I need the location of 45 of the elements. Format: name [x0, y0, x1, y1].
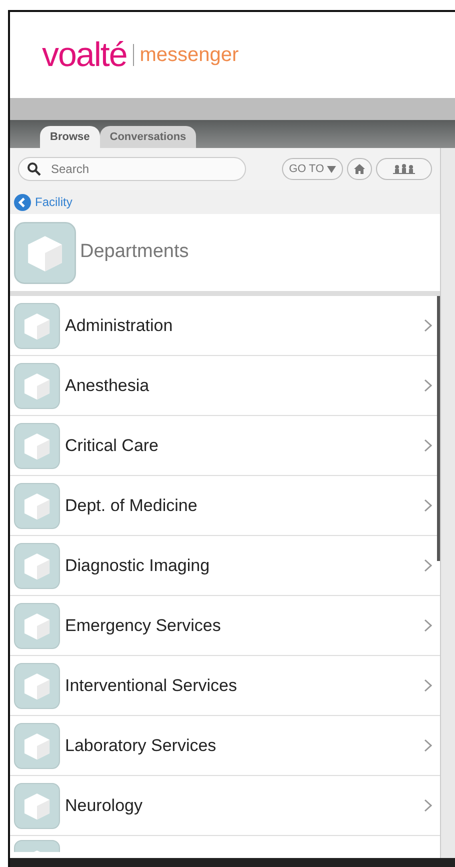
department-row[interactable]: Anesthesia — [10, 356, 440, 416]
tab[interactable]: Conversations — [100, 126, 196, 148]
tab[interactable]: Browse — [40, 126, 100, 148]
go-to-button[interactable]: GO TO — [282, 158, 343, 180]
chevron-right-icon — [424, 679, 432, 692]
breadcrumb-link[interactable]: Facility — [35, 193, 72, 211]
department-row[interactable]: Emergency Services — [10, 596, 440, 656]
search-icon — [27, 162, 41, 176]
chevron-right-icon — [424, 799, 432, 812]
chevron-right-icon — [424, 379, 432, 392]
chevron-right-icon — [424, 319, 432, 332]
department-row[interactable]: Critical Care — [10, 416, 440, 476]
back-icon[interactable] — [14, 194, 31, 210]
cube-icon — [14, 840, 60, 852]
cube-icon — [14, 602, 60, 648]
cube-icon — [14, 542, 60, 588]
department-row[interactable]: Neurology — [10, 776, 440, 836]
product-name: messenger — [140, 43, 239, 68]
brand-logo: voalté — [42, 38, 127, 72]
search-field[interactable]: Search — [18, 157, 246, 181]
chevron-right-icon — [424, 739, 432, 752]
cube-icon — [14, 222, 76, 284]
people-button[interactable] — [376, 158, 432, 180]
cube-icon — [14, 662, 60, 708]
section-title: Departments — [80, 240, 189, 264]
chevron-right-icon — [424, 439, 432, 452]
scrollbar[interactable] — [437, 296, 440, 561]
department-row[interactable]: Laboratory Services — [10, 716, 440, 776]
chevron-right-icon — [424, 559, 432, 572]
caret-icon — [327, 166, 336, 172]
cube-icon — [14, 362, 60, 408]
department-row[interactable]: Diagnostic Imaging — [10, 536, 440, 596]
chevron-right-icon — [424, 499, 432, 512]
department-row[interactable]: Administration — [10, 296, 440, 356]
home-icon — [354, 164, 365, 174]
cube-icon — [14, 422, 60, 468]
cube-icon — [14, 482, 60, 528]
people-icon — [393, 164, 415, 174]
cube-icon — [14, 302, 60, 348]
chevron-right-icon — [424, 619, 432, 632]
home-button[interactable] — [347, 158, 372, 180]
cube-icon — [14, 782, 60, 828]
department-row[interactable]: Interventional Services — [10, 656, 440, 716]
cube-icon — [14, 722, 60, 768]
department-row[interactable]: Dept. of Medicine — [10, 476, 440, 536]
